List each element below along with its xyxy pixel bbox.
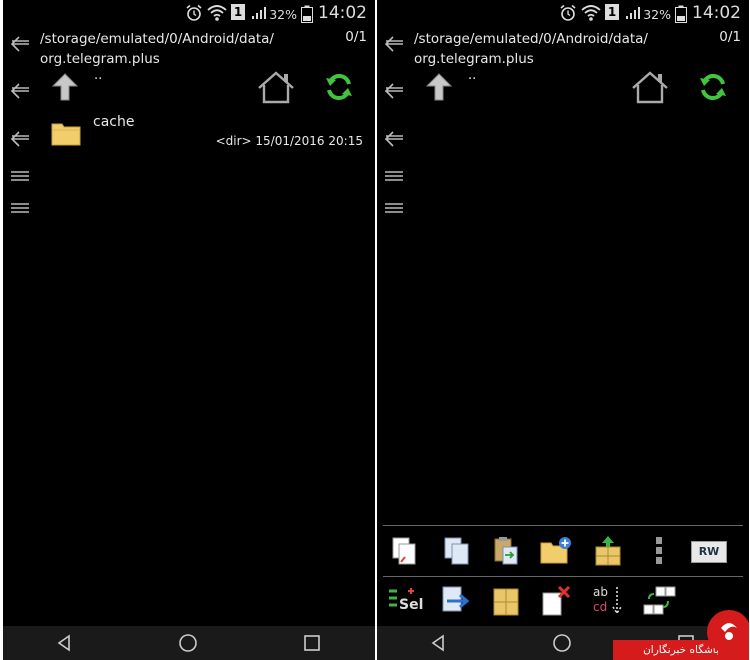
clock: 14:02: [318, 3, 367, 23]
left-file-panel: 1 32% 14:02 /storage/emulated/0/Android/…: [3, 0, 375, 660]
file-date: 15/01/2016: [255, 134, 325, 148]
refresh-icon[interactable]: [698, 72, 728, 102]
file-name: cache: [93, 114, 135, 130]
back-arrow-icon[interactable]: [9, 128, 31, 150]
selection-count: 0/1: [719, 29, 741, 45]
nav-home-icon[interactable]: [552, 633, 572, 653]
hamburger-icon[interactable]: [9, 165, 31, 187]
copy-icon[interactable]: [387, 535, 421, 567]
battery-icon: [301, 5, 313, 23]
current-path: /storage/emulated/0/Android/data/ org.te…: [40, 29, 274, 69]
parent-dir-label[interactable]: ..: [468, 68, 476, 83]
nav-back-icon[interactable]: [55, 633, 75, 653]
new-folder-icon[interactable]: [539, 535, 573, 567]
delete-icon[interactable]: [539, 585, 573, 617]
battery-icon: [675, 5, 687, 23]
file-time: 20:15: [328, 134, 363, 148]
select-label: Sel: [399, 597, 424, 613]
parent-dir-label[interactable]: ..: [94, 68, 102, 83]
sort-icon[interactable]: [642, 585, 676, 617]
file-row[interactable]: cache <dir> 15/01/2016 20:15: [47, 112, 367, 152]
refresh-icon[interactable]: [324, 72, 354, 102]
more-icon[interactable]: [642, 535, 676, 567]
rename-label-bottom: cd: [593, 600, 608, 614]
battery-percent: 32%: [269, 7, 297, 22]
wifi-icon: [581, 5, 601, 21]
rename-icon[interactable]: ab cd: [591, 585, 625, 617]
select-icon[interactable]: Sel: [387, 585, 424, 617]
clock: 14:02: [692, 3, 741, 23]
status-bar: 1 32% 14:02: [3, 0, 375, 30]
back-arrow-icon[interactable]: [383, 80, 405, 102]
sim-badge: 1: [605, 4, 619, 20]
path-line-1: /storage/emulated/0/Android/data/: [414, 31, 648, 47]
rename-arrow-icon: [612, 587, 622, 615]
signal-icon: [252, 7, 266, 19]
battery-percent: 32%: [643, 7, 671, 22]
alarm-icon: [560, 4, 576, 21]
nav-home-icon[interactable]: [178, 633, 198, 653]
toolbar-divider: [383, 576, 743, 577]
right-file-panel: 1 32% 14:02 /storage/emulated/0/Android/…: [377, 0, 749, 660]
folder-icon: [51, 123, 81, 146]
paste-icon[interactable]: [489, 535, 523, 567]
path-line-2: org.telegram.plus: [414, 51, 534, 67]
path-line-1: /storage/emulated/0/Android/data/: [40, 31, 274, 47]
status-bar: 1 32% 14:02: [377, 0, 749, 30]
home-icon[interactable]: [256, 70, 296, 104]
current-path: /storage/emulated/0/Android/data/ org.te…: [414, 29, 648, 69]
move-icon[interactable]: [439, 585, 473, 617]
box-icon[interactable]: [489, 585, 523, 617]
duplicate-icon[interactable]: [439, 535, 473, 567]
alarm-icon: [186, 4, 202, 21]
back-arrow-icon[interactable]: [383, 33, 405, 55]
file-type: <dir>: [215, 134, 252, 148]
watermark-logo-icon: [707, 610, 749, 654]
up-arrow-icon[interactable]: [425, 72, 453, 102]
rw-icon[interactable]: RW: [691, 541, 727, 563]
back-arrow-icon[interactable]: [383, 128, 405, 150]
file-meta: <dir> 15/01/2016 20:15: [216, 134, 363, 148]
selection-count: 0/1: [345, 29, 367, 45]
hamburger-icon[interactable]: [9, 197, 31, 219]
toolbar-divider: [383, 525, 743, 526]
hamburger-icon[interactable]: [383, 165, 405, 187]
sim-badge: 1: [231, 4, 245, 20]
up-arrow-icon[interactable]: [51, 72, 79, 102]
signal-icon: [626, 7, 640, 19]
hamburger-icon[interactable]: [383, 197, 405, 219]
home-icon[interactable]: [630, 70, 670, 104]
back-arrow-icon[interactable]: [9, 80, 31, 102]
pack-icon[interactable]: [591, 535, 625, 567]
nav-recents-icon[interactable]: [302, 633, 322, 653]
android-nav-bar: [3, 626, 375, 660]
nav-back-icon[interactable]: [429, 633, 449, 653]
wifi-icon: [207, 5, 227, 21]
path-line-2: org.telegram.plus: [40, 51, 160, 67]
rename-label-top: ab: [593, 585, 608, 599]
back-arrow-icon[interactable]: [9, 33, 31, 55]
